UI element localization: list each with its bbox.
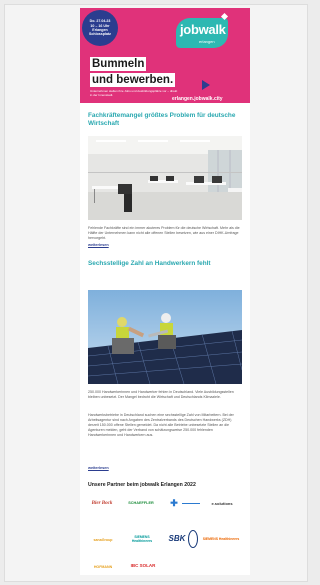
badge-line: Schlossplatz bbox=[89, 32, 111, 37]
headline-line-1: Bummeln bbox=[90, 57, 147, 71]
jobwalk-logo-sub: erlangen bbox=[199, 39, 215, 44]
partners-heading: Unsere Partner beim jobwalk Erlangen 202… bbox=[88, 482, 196, 488]
partner-logo-sanagroup[interactable]: sanaGroup bbox=[88, 534, 118, 546]
hero-small-text: Unternehmen stellen ihre Jobs und Ausbil… bbox=[90, 89, 178, 97]
newsletter-card: Do. 27.04.23 10 – 16 Uhr Erlangen Schlos… bbox=[80, 8, 250, 575]
partner-logo-ibc-solar[interactable]: IBC SOLAR bbox=[130, 558, 156, 572]
office-image bbox=[88, 136, 242, 220]
solar-image bbox=[88, 290, 242, 384]
article-2-more-link[interactable]: weiterlesen bbox=[88, 466, 109, 470]
article-1-more-link[interactable]: weiterlesen bbox=[88, 243, 109, 247]
partner-logo-siemens-1[interactable]: SIEMENS Healthineers bbox=[128, 532, 156, 546]
partner-logo-bierbock[interactable]: Bier Bock bbox=[88, 496, 116, 510]
medical-cross-icon[interactable]: ✚ bbox=[166, 496, 182, 510]
hero-banner[interactable]: Do. 27.04.23 10 – 16 Uhr Erlangen Schlos… bbox=[80, 8, 250, 103]
partner-line-divider bbox=[182, 503, 200, 504]
hero-headline: Bummeln und bewerben. bbox=[90, 56, 176, 88]
partner-logo-sbk[interactable]: SBK bbox=[164, 530, 190, 546]
play-arrow-icon bbox=[202, 80, 210, 90]
partner-logo-schaeffler[interactable]: SCHAEFFLER bbox=[124, 498, 158, 508]
partner-logo-esolutions[interactable]: e.solutions bbox=[202, 498, 242, 508]
article-1-title[interactable]: Fachkräftemangel größtes Problem für deu… bbox=[88, 112, 244, 128]
jobwalk-logo-text: jobwalk bbox=[180, 22, 226, 37]
solar-photo[interactable] bbox=[88, 290, 242, 384]
partner-logo-hofmann[interactable]: HOFMANN bbox=[88, 562, 118, 572]
hero-url-link[interactable]: erlangen.jobwalk.city bbox=[172, 96, 223, 102]
headline-line-2: und bewerben. bbox=[90, 73, 176, 87]
article-1-body: Fehlende Fachkräfte sind ein immer akute… bbox=[88, 226, 240, 240]
article-2-intro: 250.000 Handwerkerinnen und Handwerker f… bbox=[88, 390, 234, 399]
article-2-body: Handwerksbetriebe in Deutschland suchen … bbox=[88, 413, 234, 437]
partner-logo-siemens-2[interactable]: SIEMENS Healthineers bbox=[202, 532, 240, 546]
article-2-title[interactable]: Sechsstellige Zahl an Handwerkern fehlt bbox=[88, 260, 244, 268]
office-photo[interactable] bbox=[88, 136, 242, 220]
event-date-badge: Do. 27.04.23 10 – 16 Uhr Erlangen Schlos… bbox=[82, 10, 118, 46]
sbk-emblem-icon bbox=[188, 530, 198, 548]
